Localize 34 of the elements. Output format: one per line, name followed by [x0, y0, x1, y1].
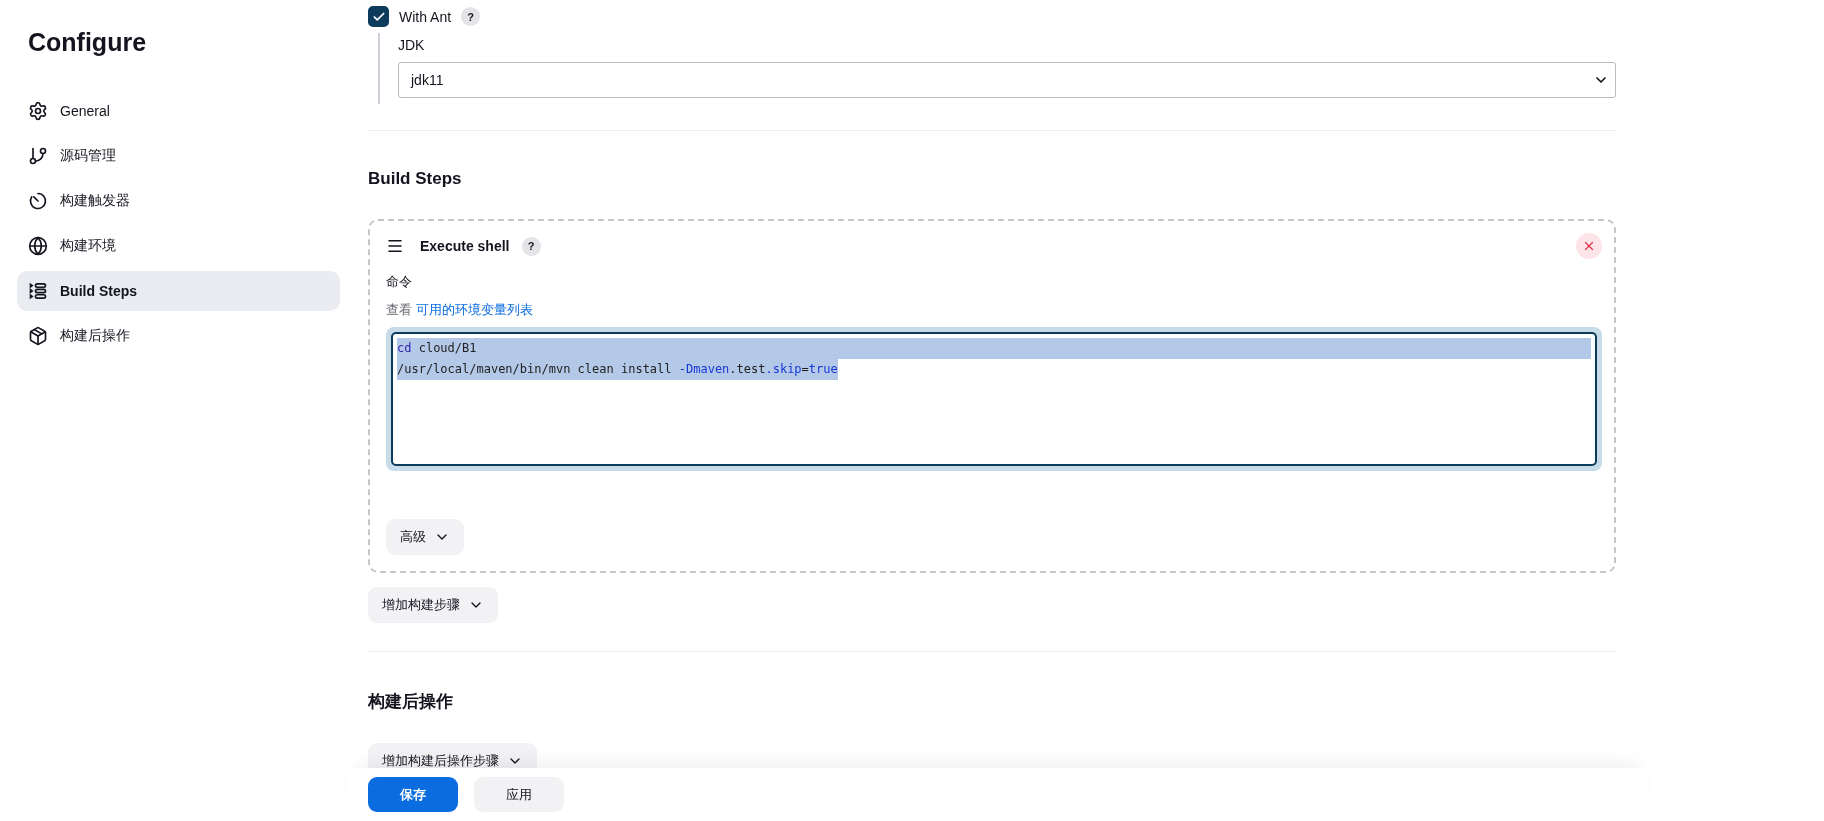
- step-title: Execute shell: [420, 238, 510, 254]
- globe-icon: [28, 236, 48, 256]
- add-post-build-button[interactable]: 增加构建后操作步骤: [368, 743, 537, 768]
- gear-icon: [28, 101, 48, 121]
- add-step-button[interactable]: 增加构建步骤: [368, 587, 498, 623]
- sidebar-item[interactable]: 构建环境: [17, 226, 340, 266]
- help-button[interactable]: ?: [521, 236, 541, 256]
- drag-handle-icon[interactable]: [386, 237, 404, 255]
- close-button[interactable]: [1576, 233, 1602, 259]
- sidebar-item[interactable]: 构建触发器: [17, 181, 340, 221]
- stopwatch-icon: [28, 191, 48, 211]
- hint-text: 查看: [386, 301, 412, 319]
- field-label: 命令: [386, 273, 413, 291]
- command-field[interactable]: cd cloud/B1 /usr/local/maven/bin/mvn clean install -Dmaven.test.skip=true: [391, 332, 1597, 466]
- checkbox-label: With Ant: [399, 8, 452, 25]
- section-heading: Build Steps: [368, 169, 463, 189]
- apply-button[interactable]: 应用: [474, 777, 564, 812]
- field-label: JDK: [398, 37, 426, 53]
- branch-icon: [28, 146, 48, 166]
- close-icon: [1582, 239, 1596, 253]
- save-button[interactable]: 保存: [368, 777, 458, 812]
- list-icon: [28, 281, 48, 301]
- advanced-button[interactable]: 高级: [386, 519, 464, 555]
- help-button[interactable]: ?: [461, 7, 481, 26]
- sidebar-item[interactable]: General: [17, 91, 340, 131]
- sidebar-item[interactable]: 构建后操作: [17, 316, 340, 356]
- sidebar-item[interactable]: Build Steps: [17, 271, 340, 311]
- page-title: Configure: [28, 28, 148, 57]
- jdk-select[interactable]: jdk11: [398, 62, 1616, 98]
- box-icon: [28, 326, 48, 346]
- section-heading: 构建后操作: [368, 691, 454, 713]
- sidebar-item[interactable]: 源码管理: [17, 136, 340, 176]
- checkbox[interactable]: [368, 6, 389, 27]
- env-vars-link[interactable]: 可用的环境变量列表: [416, 301, 533, 319]
